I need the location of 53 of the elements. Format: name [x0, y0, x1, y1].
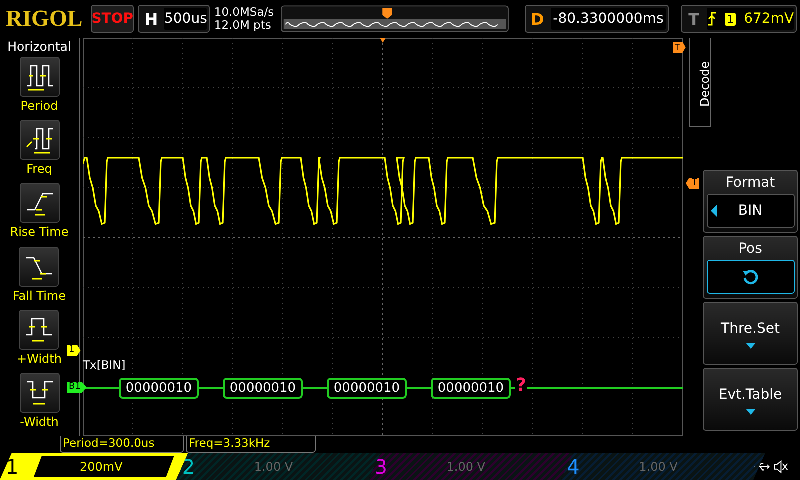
left-triangle-icon — [710, 205, 716, 217]
trigger-level-marker[interactable]: T — [686, 178, 700, 189]
position-menu-item[interactable]: Pos — [703, 236, 798, 299]
menu-tab[interactable]: Decode — [689, 38, 711, 127]
bus-marker[interactable]: B1 — [67, 382, 87, 393]
trigger-source: 1 — [725, 12, 736, 26]
memory-depth: 12.0M pts — [214, 19, 272, 32]
channel-scale: 1.00 V — [446, 458, 486, 476]
rotate-icon — [742, 268, 760, 286]
measure-button[interactable] — [20, 120, 60, 160]
run-stop-button[interactable]: STOP — [90, 5, 134, 33]
measure-label: Rise Time — [10, 225, 69, 240]
measure-button[interactable] — [20, 372, 60, 413]
sample-rate: 10.0MSa/s — [214, 6, 276, 19]
decoded-packet: 00000010 — [119, 378, 199, 399]
usb-icon — [754, 460, 770, 472]
submenu-item[interactable]: Thre.Set — [703, 302, 798, 365]
channel-scale: 200mV — [34, 456, 174, 477]
caret-icon — [746, 408, 756, 414]
rising-edge-icon — [707, 12, 718, 26]
format-menu-item[interactable]: Format BIN — [703, 170, 798, 233]
trigger-marker[interactable]: T — [673, 42, 686, 53]
decoded-packet: 00000010 — [431, 378, 511, 399]
channel-scale: 1.00 V — [638, 458, 679, 476]
measure-button[interactable] — [19, 310, 60, 350]
channel-marker[interactable]: 1 — [67, 345, 81, 356]
menu-title: Horizontal — [8, 39, 72, 54]
measure-button[interactable] — [20, 57, 60, 97]
measurement-readout: Freq=3.33kHz — [186, 436, 316, 453]
channel-number: 1 — [6, 454, 20, 478]
format-value[interactable]: BIN — [706, 194, 794, 228]
submenu-item[interactable]: Evt.Table — [703, 368, 798, 431]
delay-box[interactable]: D -80.3300000ms — [524, 5, 670, 33]
trigger-box[interactable]: T 1 672mV — [681, 5, 798, 33]
trigger-position-icon — [380, 38, 386, 43]
measure-label: Fall Time — [12, 288, 66, 303]
measure-button[interactable] — [19, 246, 60, 287]
channel-tab[interactable]: 4 1.00 V — [561, 453, 766, 480]
measure-label: -Width — [20, 414, 59, 429]
brand-logo: RIGOL — [6, 6, 83, 32]
speaker-muted-icon — [774, 458, 788, 474]
measure-label: Period — [20, 99, 58, 113]
measure-label: +Width — [17, 352, 62, 366]
trigger-level: 672mV — [744, 11, 794, 27]
caret-icon — [746, 342, 756, 348]
measure-button[interactable] — [20, 183, 60, 224]
measure-label: Freq — [26, 162, 52, 176]
timebase-box[interactable]: H 500us — [138, 5, 210, 33]
knob-field[interactable] — [706, 260, 794, 294]
decoded-packet: 00000010 — [223, 378, 303, 399]
decoded-packet: 00000010 — [327, 378, 407, 399]
bus-label: Tx[BIN] — [83, 358, 126, 372]
channel-scale: 1.00 V — [253, 458, 294, 476]
